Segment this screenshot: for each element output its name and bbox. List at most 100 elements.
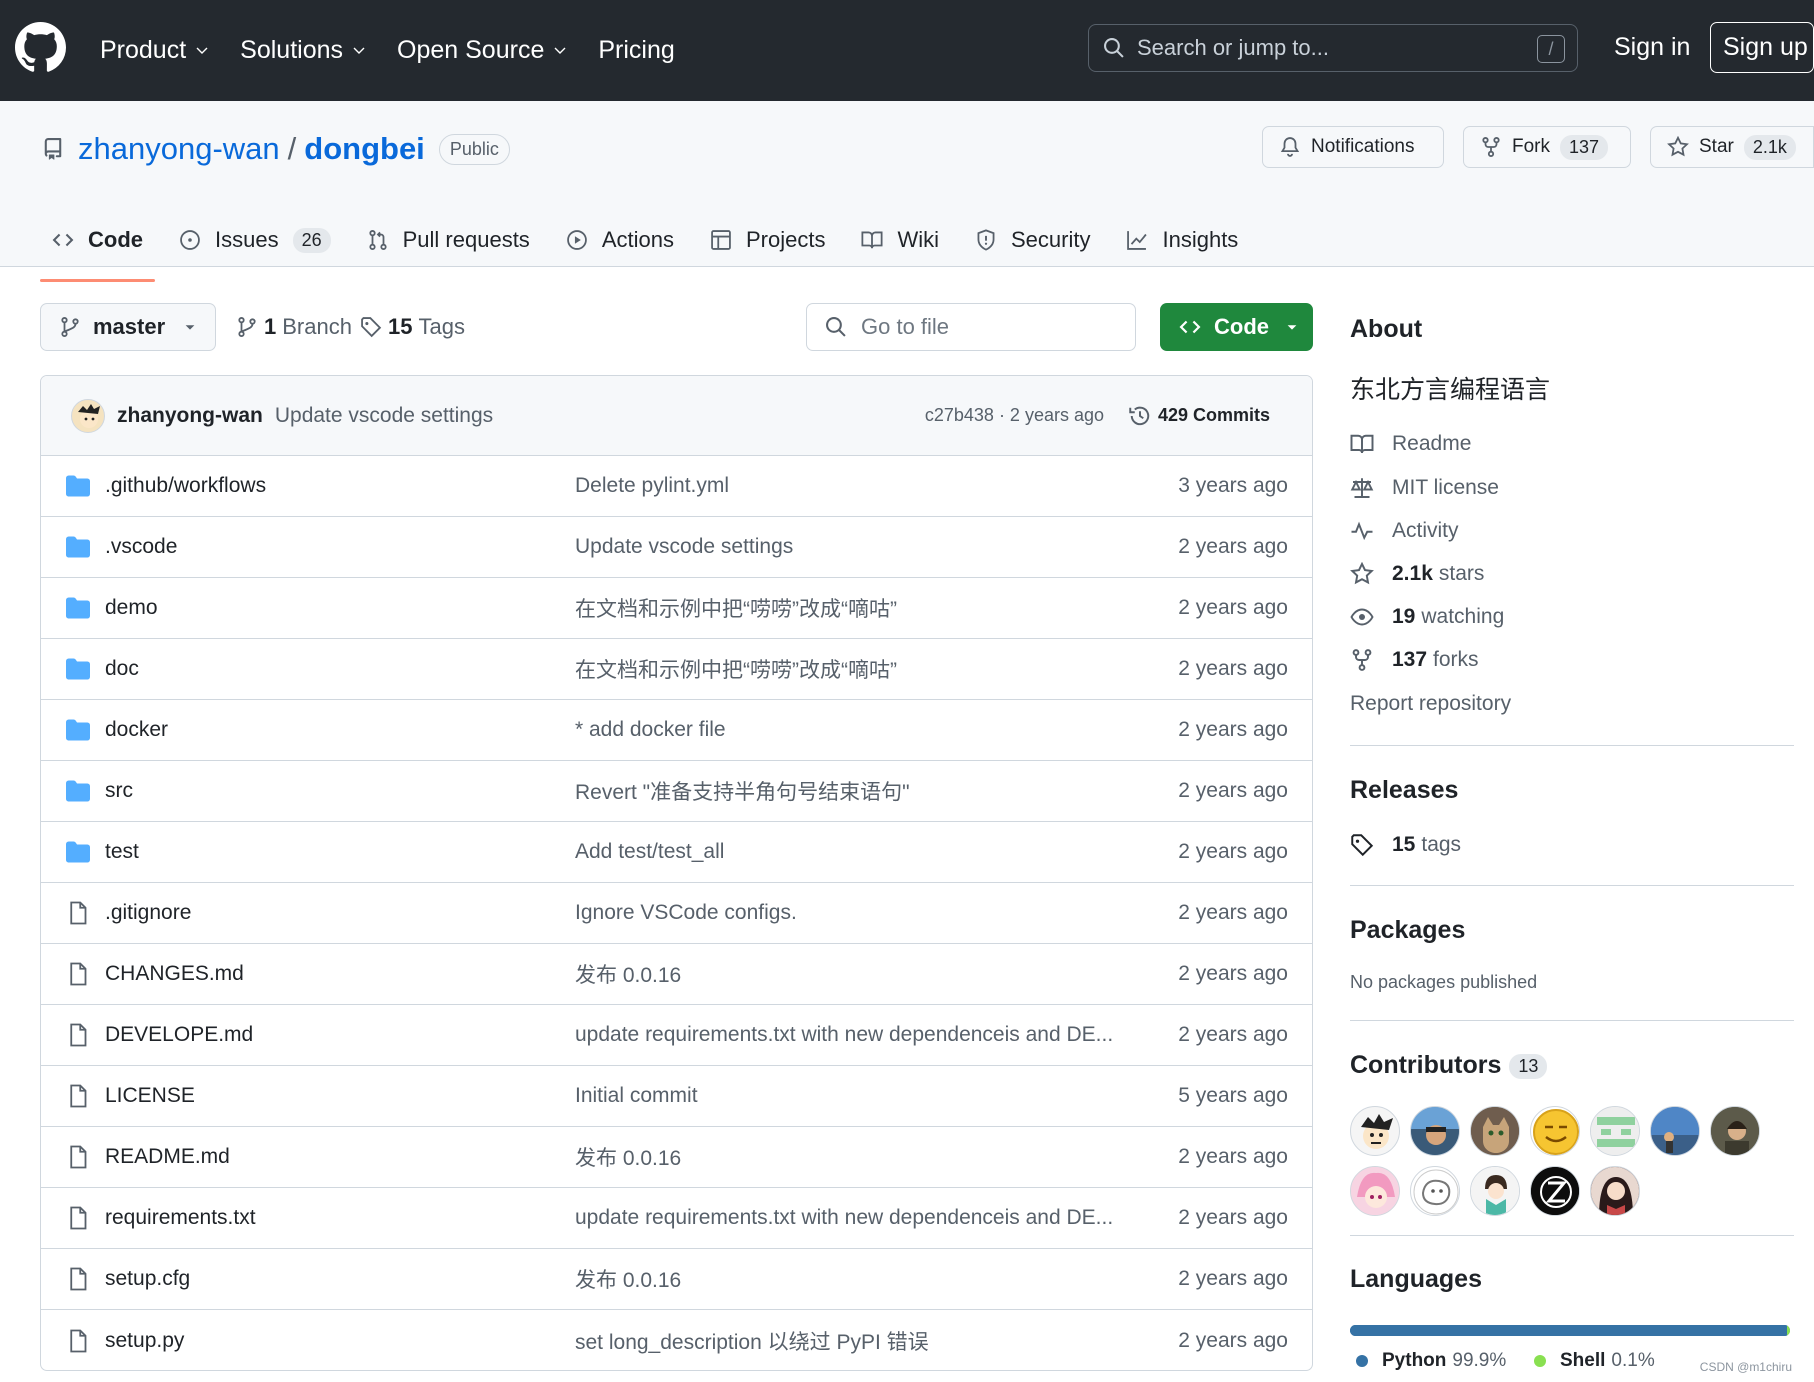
tab-actions[interactable]: Actions [554,214,686,266]
python-color-dot [1356,1355,1368,1367]
file-name-link[interactable]: docker [105,718,168,742]
avatar[interactable] [1470,1166,1520,1216]
folder-icon [66,841,90,863]
sidebar-divider [1350,885,1794,886]
repo-owner-link[interactable]: zhanyong-wan [78,131,280,167]
file-commit-message[interactable]: 发布 0.0.16 [575,1264,681,1294]
avatar[interactable] [1530,1106,1580,1156]
avatar[interactable] [1530,1166,1580,1216]
file-commit-message[interactable]: 发布 0.0.16 [575,959,681,989]
stars-link[interactable]: 2.1k stars [1350,562,1484,586]
avatar[interactable] [1470,1106,1520,1156]
tag-label: Tags [418,314,465,339]
license-link[interactable]: MIT license [1350,476,1499,500]
avatar[interactable] [1650,1106,1700,1156]
caret-down-icon [185,325,195,330]
tab-projects[interactable]: Projects [698,214,837,266]
repo-name-link[interactable]: dongbei [304,131,425,167]
watchers-link[interactable]: 19 watching [1350,605,1504,629]
nav-open-source[interactable]: Open Source [397,30,568,70]
tab-security[interactable]: Security [963,214,1102,266]
sign-up-button[interactable]: Sign up [1710,22,1814,73]
tab-issues[interactable]: Issues 26 [167,214,343,266]
forks-link[interactable]: 137 forks [1350,648,1479,672]
notifications-button[interactable]: Notifications [1262,126,1444,168]
caret-down-icon [1287,325,1297,330]
file-commit-message[interactable]: set long_description 以绕过 PyPI 错误 [575,1326,929,1356]
commit-author[interactable]: zhanyong-wan [117,404,263,428]
book-icon [861,231,883,249]
report-repository-link[interactable]: Report repository [1350,692,1511,716]
sign-in-link[interactable]: Sign in [1614,33,1690,62]
nav-pricing[interactable]: Pricing [598,30,674,70]
avatar[interactable] [1350,1106,1400,1156]
file-name-link[interactable]: .vscode [105,535,177,559]
contributors-heading[interactable]: Contributors 13 [1350,1051,1548,1080]
file-name-link[interactable]: CHANGES.md [105,962,244,986]
tab-wiki[interactable]: Wiki [849,214,951,266]
language-shell[interactable]: Shell 0.1% [1534,1350,1655,1372]
file-name-link[interactable]: setup.py [105,1329,184,1353]
file-commit-time: 2 years ago [1178,1206,1288,1229]
commit-message[interactable]: Update vscode settings [275,404,493,428]
bell-icon [1280,137,1300,157]
language-python[interactable]: Python 99.9% [1356,1350,1506,1372]
file-name-link[interactable]: setup.cfg [105,1267,190,1291]
commits-history-link[interactable]: 429 Commits [1128,404,1270,428]
file-name-link[interactable]: doc [105,657,139,681]
tab-code-label: Code [88,227,143,252]
file-commit-message[interactable]: 在文档和示例中把“唠唠”改成“嘀咕” [575,593,897,623]
nav-solutions[interactable]: Solutions [240,30,367,70]
tags-link[interactable]: 15 Tags [360,314,465,340]
file-commit-message[interactable]: Add test/test_all [575,840,724,864]
avatar[interactable] [1350,1166,1400,1216]
readme-link[interactable]: Readme [1350,432,1471,456]
file-commit-message[interactable]: Delete pylint.yml [575,474,729,498]
readme-label: Readme [1392,432,1472,455]
file-commit-message[interactable]: 在文档和示例中把“唠唠”改成“嘀咕” [575,654,897,684]
file-name-link[interactable]: demo [105,596,158,620]
avatar[interactable] [1710,1106,1760,1156]
star-button[interactable]: Star 2.1k [1650,126,1814,168]
branches-link[interactable]: 1 Branch [236,314,352,340]
code-dropdown-button[interactable]: Code [1160,303,1313,351]
file-name-link[interactable]: test [105,840,139,864]
file-commit-message[interactable]: * add docker file [575,718,726,742]
file-name-link[interactable]: src [105,779,133,803]
tab-code[interactable]: Code [40,214,155,282]
file-name-link[interactable]: .gitignore [105,901,191,925]
file-name-link[interactable]: README.md [105,1145,230,1169]
fork-button[interactable]: Fork 137 [1463,126,1631,168]
go-to-file-input[interactable]: Go to file [806,303,1136,351]
avatar[interactable] [1590,1166,1640,1216]
file-name-link[interactable]: .github/workflows [105,474,266,498]
branch-selector-button[interactable]: master [40,303,216,351]
file-commit-message[interactable]: update requirements.txt with new depende… [575,1023,1113,1047]
activity-link[interactable]: Activity [1350,519,1459,543]
file-commit-message[interactable]: Ignore VSCode configs. [575,901,797,925]
file-commit-message[interactable]: update requirements.txt with new depende… [575,1206,1113,1230]
avatar[interactable] [1410,1106,1460,1156]
tab-insights[interactable]: Insights [1114,214,1250,266]
file-commit-message[interactable]: Initial commit [575,1084,698,1108]
contributors-label: Contributors [1350,1051,1502,1079]
nav-product[interactable]: Product [100,30,210,70]
packages-heading[interactable]: Packages [1350,916,1465,945]
avatar[interactable] [1590,1106,1640,1156]
avatar[interactable] [1410,1166,1460,1216]
search-icon [826,317,846,337]
avatar[interactable] [71,398,105,433]
file-name-link[interactable]: LICENSE [105,1084,195,1108]
file-name-link[interactable]: requirements.txt [105,1206,256,1230]
release-tags-link[interactable]: 15 tags [1350,833,1461,857]
file-name-link[interactable]: DEVELOPE.md [105,1023,253,1047]
file-commit-message[interactable]: 发布 0.0.16 [575,1142,681,1172]
global-search-input[interactable]: Search or jump to... / [1088,24,1578,72]
file-commit-message[interactable]: Revert "准备支持半角句号结束语句" [575,776,910,806]
tab-pull-requests[interactable]: Pull requests [355,214,542,266]
file-commit-message[interactable]: Update vscode settings [575,535,793,559]
releases-heading[interactable]: Releases [1350,776,1458,805]
language-bar-python [1350,1325,1788,1336]
github-logo-icon[interactable] [15,22,66,73]
commit-sha-time[interactable]: c27b438 · 2 years ago [925,405,1104,426]
